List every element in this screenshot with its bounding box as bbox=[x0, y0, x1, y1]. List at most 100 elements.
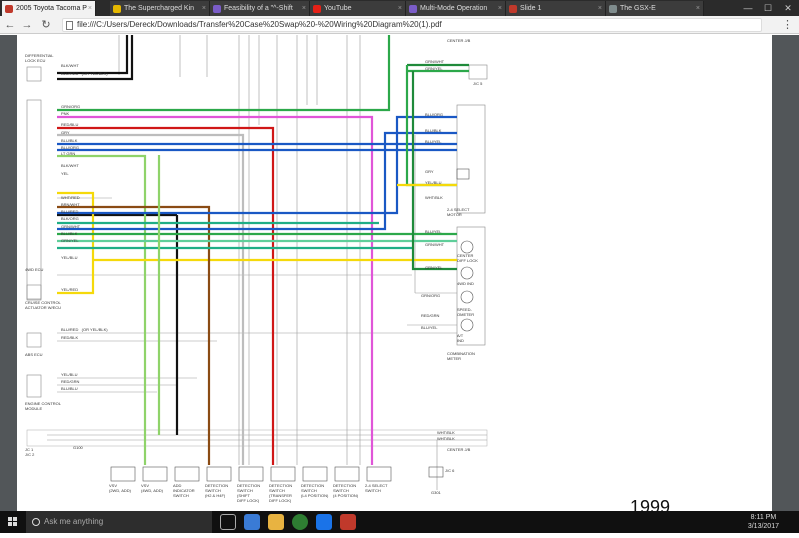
close-tab-icon[interactable]: × bbox=[696, 1, 700, 16]
cruise-control-label: CRUISE CONTROL ACTUATOR W/ECU bbox=[25, 300, 62, 310]
combination-meter-label: COMBINATION METER bbox=[447, 351, 475, 361]
wire-tag: GRN/WHT bbox=[425, 59, 445, 64]
wire-tag: GRY bbox=[61, 130, 70, 135]
wire-tag: BLU/BLK bbox=[425, 128, 442, 133]
component-switch-shift: DETECTION SWITCH (SHIFT DIFF LOCK) bbox=[237, 483, 261, 503]
url-text: file:///C:/Users/Dereck/Downloads/Transf… bbox=[77, 20, 442, 29]
jc5-label: J/C 5 bbox=[473, 81, 483, 86]
att-ind-label: A/T IND bbox=[457, 333, 464, 343]
tab-strip: 2005 Toyota Tacoma P × The Supercharged … bbox=[0, 0, 799, 16]
menu-icon[interactable]: ⋮ bbox=[782, 17, 793, 33]
favicon-icon bbox=[609, 5, 617, 13]
start-icon[interactable] bbox=[0, 511, 26, 533]
url-input[interactable]: file:///C:/Users/Dereck/Downloads/Transf… bbox=[62, 18, 762, 32]
jc6-label: J/C 6 bbox=[445, 468, 455, 473]
tab-youtube[interactable]: YouTube × bbox=[310, 1, 406, 16]
back-icon[interactable]: ← bbox=[3, 17, 17, 33]
center-jb-box bbox=[26, 429, 488, 447]
edge-icon[interactable] bbox=[244, 514, 260, 530]
year-label: 1999 bbox=[630, 497, 671, 511]
wire-tag: BLU/BLU bbox=[61, 386, 78, 391]
wire-tag: WHT/BLK bbox=[425, 195, 443, 200]
store-icon[interactable] bbox=[316, 514, 332, 530]
favicon-icon bbox=[409, 5, 417, 13]
maximize-icon[interactable]: ☐ bbox=[758, 0, 778, 16]
tab-slide-1[interactable]: Slide 1 × bbox=[506, 1, 606, 16]
file-explorer-icon[interactable] bbox=[268, 514, 284, 530]
close-tab-icon[interactable]: × bbox=[202, 1, 206, 16]
wire-tag: BLU/RED (OR YEL/BLK) bbox=[61, 71, 108, 76]
task-view-icon[interactable] bbox=[220, 514, 236, 530]
cruise-ecu-box bbox=[26, 284, 42, 300]
wire-tag: WHT/BLK bbox=[437, 436, 455, 441]
component-switch-transfer: DETECTION SWITCH (TRANSFER DIFF LOCK) bbox=[269, 483, 293, 503]
wire-tag: YEL/BLU bbox=[61, 372, 78, 377]
close-tab-icon[interactable]: × bbox=[498, 1, 502, 16]
wire-tag: BLU/ORG bbox=[61, 145, 80, 150]
favicon-icon bbox=[5, 5, 13, 13]
component-switch-l4: DETECTION SWITCH (L4 POSITION) bbox=[301, 483, 329, 498]
tab-label: The Supercharged Kin bbox=[124, 5, 195, 12]
file-icon bbox=[66, 21, 73, 30]
component-add-indicator: ADD INDICATOR SWITCH bbox=[173, 483, 195, 498]
clock-date: 3/13/2017 bbox=[747, 523, 779, 530]
tab-label: Feasibility of a "^-Shift bbox=[224, 5, 293, 12]
component-switch-4pos: DETECTION SWITCH (4 POSITION) bbox=[333, 483, 359, 498]
cortana-icon bbox=[32, 518, 40, 526]
forward-icon[interactable]: → bbox=[20, 17, 34, 33]
g301-label: G301 bbox=[431, 490, 441, 495]
favicon-icon bbox=[113, 5, 121, 13]
abs-ecu-box bbox=[26, 332, 42, 348]
wire-tag: GRN/ORG bbox=[421, 293, 441, 298]
tab-label: Slide 1 bbox=[520, 5, 542, 12]
close-tab-icon[interactable]: × bbox=[302, 1, 306, 16]
wire-tag: RED/BLK bbox=[61, 335, 79, 340]
clock[interactable]: 8:11 PM 3/13/2017 bbox=[748, 513, 779, 531]
thin-wires bbox=[47, 35, 487, 490]
engine-control-label: ENGINE CONTROL MODULE bbox=[25, 401, 62, 411]
wire-tag: BRN/WHT bbox=[61, 202, 80, 207]
jc1-label: JC 1 J/C 2 bbox=[25, 447, 35, 457]
wire-tag: GRN/WHT bbox=[425, 242, 445, 247]
wiring-diagram bbox=[26, 35, 488, 490]
wire-tag: YEL bbox=[61, 171, 69, 176]
tab-supercharged[interactable]: The Supercharged Kin × bbox=[110, 1, 210, 16]
wire-tag: YEL/BLU bbox=[61, 255, 78, 260]
component-2-4-select: 2-4 SELECT SWITCH bbox=[365, 483, 388, 493]
close-tab-icon[interactable]: × bbox=[88, 1, 92, 16]
reload-icon[interactable]: ↻ bbox=[39, 17, 53, 33]
engine-module-box bbox=[26, 374, 42, 398]
wire-tag: BLU/RED (OR YEL/BLK) bbox=[61, 327, 108, 332]
tab-gsx-e[interactable]: The GSX-E × bbox=[606, 1, 704, 16]
4wd-ecu-label: 4WD ECU bbox=[25, 267, 44, 272]
4wd-ind-label: 4WD IND bbox=[457, 281, 474, 286]
chrome-icon[interactable] bbox=[292, 514, 308, 530]
wire-tag: RED/BLU bbox=[61, 122, 79, 127]
app-icon[interactable] bbox=[340, 514, 356, 530]
wire-tag: GRN/YEL bbox=[425, 265, 443, 270]
wire-tag: BLK/WHT bbox=[61, 163, 79, 168]
wire-tag: BLU/YEL bbox=[421, 325, 438, 330]
search-placeholder: Ask me anything bbox=[44, 517, 104, 526]
search-input[interactable]: Ask me anything bbox=[26, 511, 212, 533]
tab-feasibility[interactable]: Feasibility of a "^-Shift × bbox=[210, 1, 310, 16]
youtube-icon bbox=[313, 5, 321, 13]
tab-label: The GSX-E bbox=[620, 5, 656, 12]
wire-tag: GRN/YEL bbox=[425, 66, 443, 71]
diff-lock-ecu-label: DIFFERENTIAL LOCK ECU bbox=[25, 53, 54, 63]
minimize-icon[interactable]: — bbox=[738, 0, 758, 16]
close-tab-icon[interactable]: × bbox=[398, 1, 402, 16]
close-window-icon[interactable]: ✕ bbox=[778, 0, 798, 16]
wire-tag: GRN/YEL bbox=[61, 238, 79, 243]
center-jb-bottom-label: CENTER J/B bbox=[447, 447, 471, 452]
wire-tag: BLU/BLK bbox=[61, 231, 78, 236]
jc5-box bbox=[468, 64, 488, 80]
wire-tag: WHT/BLK bbox=[437, 430, 455, 435]
tab-multi-mode[interactable]: Multi-Mode Operation × bbox=[406, 1, 506, 16]
wire-tag: GRN/ORG bbox=[61, 104, 81, 109]
tab-2005-toyota-tacoma[interactable]: 2005 Toyota Tacoma P × bbox=[2, 1, 96, 16]
pdf-page: CENTER J/B DIFFERENTIAL LOCK ECU 4WD ECU… bbox=[17, 35, 772, 511]
wire-tag: WHT/RED bbox=[61, 195, 80, 200]
wire-tag: GRY bbox=[425, 169, 434, 174]
close-tab-icon[interactable]: × bbox=[598, 1, 602, 16]
